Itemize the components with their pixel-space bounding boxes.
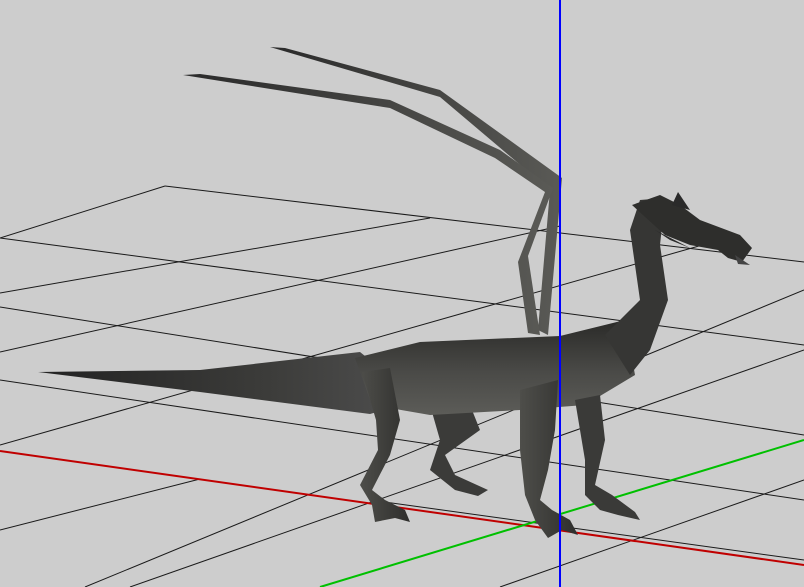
grid-line: [0, 478, 201, 531]
grid-line: [0, 217, 431, 294]
grid-line: [0, 225, 561, 353]
x-axis-line: [0, 450, 804, 566]
grid-line: [0, 185, 166, 239]
leg-hind-far: [430, 405, 488, 496]
grid-line: [0, 237, 804, 346]
3d-viewport[interactable]: [0, 0, 804, 587]
leg-front-far: [575, 395, 640, 520]
scene-canvas[interactable]: [0, 0, 804, 587]
dragon-model[interactable]: [38, 47, 752, 538]
wing-near: [183, 74, 553, 335]
